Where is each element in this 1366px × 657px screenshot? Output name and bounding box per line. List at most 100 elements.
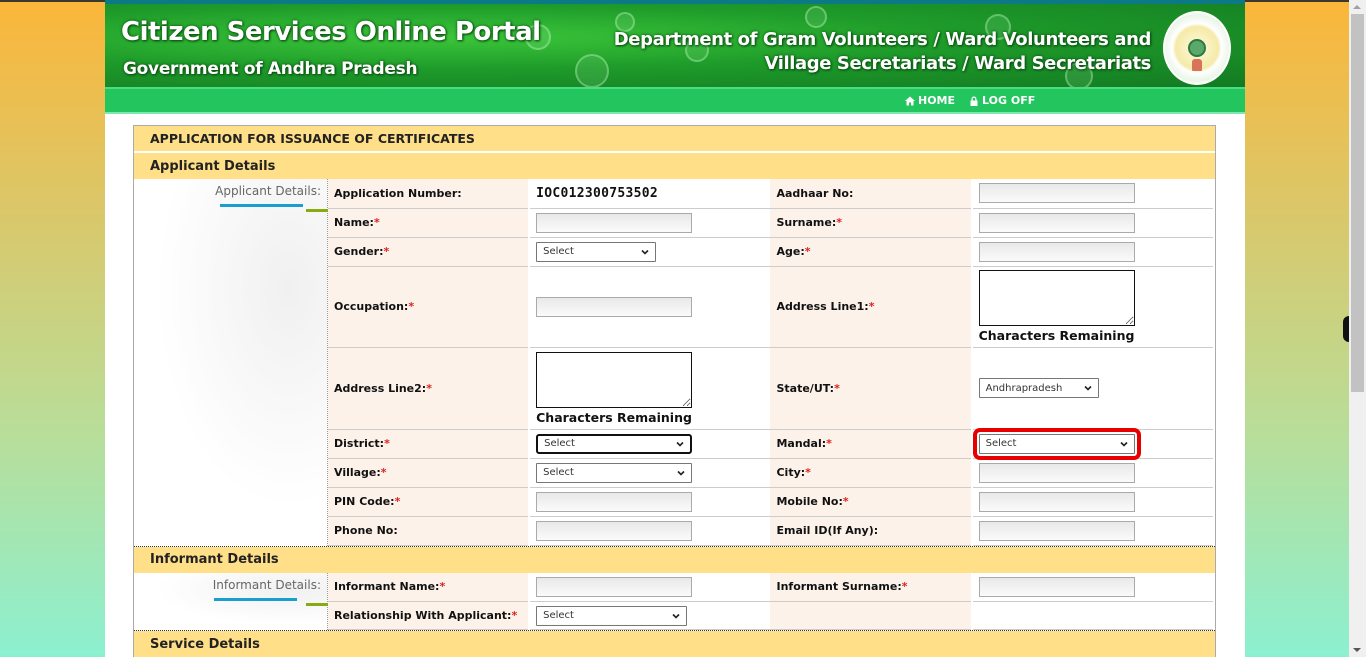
- occupation-input[interactable]: [536, 296, 693, 317]
- required-marker: *: [383, 245, 390, 258]
- informant-name-label: Informant Name:*: [328, 572, 531, 602]
- chevron-down-icon: [677, 470, 685, 476]
- form-row: Informant Name:* Informant Surname:*: [328, 572, 1213, 602]
- relationship-select[interactable]: Select: [536, 605, 688, 626]
- city-label: City:*: [770, 458, 973, 488]
- district-select[interactable]: Select: [536, 433, 693, 454]
- top-navbar: HOME LOG OFF: [105, 87, 1245, 114]
- vertical-scrollbar[interactable]: [1349, 0, 1366, 657]
- age-input[interactable]: [978, 241, 1135, 262]
- required-marker: *: [511, 609, 518, 622]
- village-select[interactable]: Select: [536, 462, 693, 483]
- chevron-down-icon: [1084, 385, 1092, 391]
- form-title: APPLICATION FOR ISSUANCE OF CERTIFICATES: [134, 126, 1215, 153]
- nav-logoff-link[interactable]: LOG OFF: [969, 94, 1035, 107]
- form-row: Phone No: Email ID(If Any):: [328, 516, 1213, 546]
- village-label: Village:*: [328, 458, 531, 488]
- gender-label: Gender:*: [328, 237, 531, 267]
- empty-label-cell: [770, 601, 973, 630]
- application-number-value: IOC012300753502: [536, 185, 659, 201]
- name-label: Name:*: [328, 208, 531, 238]
- side-underline-green: [306, 209, 328, 212]
- informant-side-label: Informant Details:: [212, 577, 321, 592]
- informant-section-header: Informant Details: [134, 546, 1215, 573]
- state-label: State/UT:*: [770, 347, 973, 430]
- required-marker: *: [394, 495, 401, 508]
- scroll-down-arrow-icon[interactable]: [1353, 648, 1361, 652]
- home-icon: [905, 96, 915, 105]
- district-selected-value: Select: [544, 438, 575, 449]
- required-marker: *: [842, 495, 849, 508]
- form-row: Address Line2:* Characters Remaining Sta…: [328, 347, 1213, 430]
- scrollbar-thumb[interactable]: [1351, 14, 1364, 392]
- mobile-label: Mobile No:*: [770, 487, 973, 517]
- address-line1-chars-remaining: Characters Remaining: [978, 328, 1135, 343]
- required-marker: *: [804, 245, 811, 258]
- relationship-label: Relationship With Applicant:*: [328, 601, 531, 630]
- city-input[interactable]: [978, 462, 1135, 483]
- applicant-section: Applicant Details: Application Number: I…: [134, 179, 1215, 546]
- informant-surname-label: Informant Surname:*: [770, 572, 973, 602]
- name-input[interactable]: [536, 212, 693, 233]
- department-line-1: Department of Gram Volunteers / Ward Vol…: [613, 29, 1152, 50]
- required-marker: *: [373, 216, 380, 229]
- applicant-section-header: Applicant Details: [134, 153, 1215, 179]
- informant-surname-input[interactable]: [978, 576, 1135, 597]
- surname-input[interactable]: [978, 212, 1135, 233]
- chevron-down-icon: [641, 249, 649, 255]
- occupation-label: Occupation:*: [328, 266, 531, 348]
- form-row: Relationship With Applicant:* Select: [328, 601, 1213, 630]
- emblem-lion-capital: [1192, 59, 1202, 71]
- form-row: Application Number: IOC012300753502 Aadh…: [328, 179, 1213, 209]
- gender-selected-value: Select: [543, 246, 574, 257]
- emblem-core: [1188, 39, 1206, 57]
- portal-title: Citizen Services Online Portal: [121, 17, 541, 47]
- nav-home-link[interactable]: HOME: [905, 94, 955, 107]
- certificate-application-form: APPLICATION FOR ISSUANCE OF CERTIFICATES…: [133, 125, 1216, 657]
- relationship-selected-value: Select: [543, 610, 574, 621]
- email-input[interactable]: [978, 520, 1135, 541]
- form-row: Village:* Select City:*: [328, 458, 1213, 488]
- required-marker: *: [384, 437, 390, 450]
- application-number-label: Application Number:: [328, 179, 531, 209]
- address-line1-textarea[interactable]: [978, 270, 1135, 326]
- decor-bubble: [805, 6, 827, 28]
- required-marker: *: [408, 300, 415, 313]
- mandal-select[interactable]: Select: [972, 427, 1141, 460]
- form-row: Occupation:* Address Line1:* Characters …: [328, 266, 1213, 348]
- department-name: Department of Gram Volunteers / Ward Vol…: [613, 28, 1152, 76]
- age-label: Age:*: [770, 237, 973, 267]
- mandal-label: Mandal:*: [770, 429, 973, 459]
- state-select[interactable]: Andhrapradesh: [978, 378, 1099, 398]
- address-line2-label: Address Line2:*: [328, 347, 531, 430]
- scroll-up-arrow-icon[interactable]: [1353, 5, 1361, 9]
- address-line2-textarea[interactable]: [536, 351, 693, 408]
- ap-emblem-icon: [1163, 11, 1231, 85]
- required-marker: *: [836, 216, 843, 229]
- form-row: Name:* Surname:*: [328, 208, 1213, 238]
- address-line1-label: Address Line1:*: [770, 266, 973, 348]
- informant-name-input[interactable]: [536, 576, 693, 597]
- side-underline-blue: [220, 204, 303, 207]
- applicant-side-label: Applicant Details:: [215, 184, 321, 198]
- portal-subtitle: Government of Andhra Pradesh: [123, 59, 418, 79]
- gender-select[interactable]: Select: [536, 241, 657, 262]
- district-label: District:*: [328, 429, 531, 459]
- chevron-down-icon: [676, 441, 684, 447]
- header-banner: Citizen Services Online Portal Governmen…: [105, 0, 1245, 87]
- decor-bubble: [575, 54, 609, 87]
- pin-code-input[interactable]: [536, 491, 693, 512]
- required-marker: *: [834, 381, 840, 395]
- side-underline-blue: [214, 597, 297, 601]
- address-line2-chars-remaining: Characters Remaining: [536, 409, 692, 425]
- aadhaar-input[interactable]: [978, 183, 1135, 204]
- applicant-side-panel: Applicant Details:: [134, 179, 328, 546]
- phone-input[interactable]: [536, 520, 693, 541]
- informant-side-panel: Informant Details:: [134, 572, 328, 630]
- required-marker: *: [426, 381, 432, 395]
- service-section-header: Service Details: [134, 631, 1215, 657]
- required-marker: *: [439, 580, 446, 594]
- mobile-input[interactable]: [978, 491, 1135, 512]
- chevron-down-icon: [1120, 441, 1128, 447]
- nav-links: HOME LOG OFF: [905, 94, 1035, 107]
